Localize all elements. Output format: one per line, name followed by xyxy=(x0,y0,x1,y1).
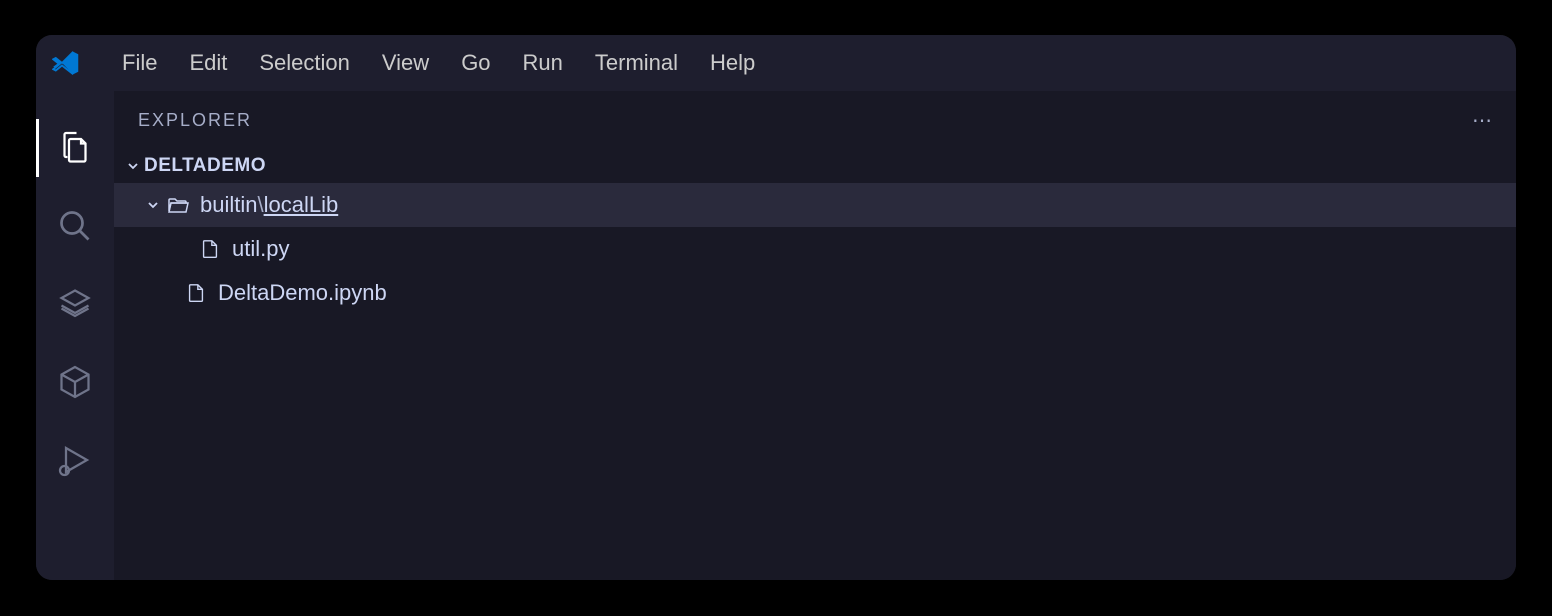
package-icon xyxy=(57,364,93,400)
activity-source-control[interactable] xyxy=(36,265,114,343)
search-icon xyxy=(57,208,93,244)
files-icon xyxy=(57,130,93,166)
sidebar-more-actions[interactable]: ⋯ xyxy=(1472,108,1492,133)
vscode-logo-icon xyxy=(52,48,82,78)
activity-explorer[interactable] xyxy=(36,109,114,187)
tree-file-label: DeltaDemo.ipynb xyxy=(218,280,387,306)
layers-icon xyxy=(57,286,93,322)
folder-open-icon xyxy=(164,193,192,217)
main-area: EXPLORER ⋯ DELTADEMO xyxy=(36,91,1516,580)
play-debug-icon xyxy=(57,442,93,478)
tree-folder-localLib[interactable]: builtin\localLib xyxy=(114,183,1516,227)
menu-edit[interactable]: Edit xyxy=(173,42,243,84)
menu-terminal[interactable]: Terminal xyxy=(579,42,694,84)
file-tree: builtin\localLib util.py xyxy=(114,183,1516,580)
menu-help[interactable]: Help xyxy=(694,42,771,84)
workspace-folder-name: DELTADEMO xyxy=(144,155,266,177)
menubar: File Edit Selection View Go Run Terminal… xyxy=(36,35,1516,91)
activity-bar xyxy=(36,91,114,580)
menu-selection[interactable]: Selection xyxy=(243,42,366,84)
vscode-window: File Edit Selection View Go Run Terminal… xyxy=(36,35,1516,580)
menu-go[interactable]: Go xyxy=(445,42,506,84)
tree-file-label: util.py xyxy=(232,236,289,262)
menu-run[interactable]: Run xyxy=(507,42,579,84)
chevron-down-icon xyxy=(142,197,164,213)
tree-file-deltademo[interactable]: DeltaDemo.ipynb xyxy=(114,271,1516,315)
file-icon xyxy=(182,282,210,304)
workspace-folder-header[interactable]: DELTADEMO xyxy=(114,149,1516,183)
explorer-sidebar: EXPLORER ⋯ DELTADEMO xyxy=(114,91,1516,580)
sidebar-title: EXPLORER xyxy=(138,110,252,131)
sidebar-header: EXPLORER ⋯ xyxy=(114,91,1516,149)
activity-run-debug[interactable] xyxy=(36,421,114,499)
activity-search[interactable] xyxy=(36,187,114,265)
tree-folder-label: builtin\localLib xyxy=(200,192,338,218)
menu-file[interactable]: File xyxy=(106,42,173,84)
activity-extensions[interactable] xyxy=(36,343,114,421)
chevron-down-icon xyxy=(122,158,144,174)
menu-view[interactable]: View xyxy=(366,42,445,84)
folder-path-prefix: builtin xyxy=(200,192,257,217)
folder-path-suffix: localLib xyxy=(264,192,339,217)
file-icon xyxy=(196,238,224,260)
tree-file-util[interactable]: util.py xyxy=(114,227,1516,271)
